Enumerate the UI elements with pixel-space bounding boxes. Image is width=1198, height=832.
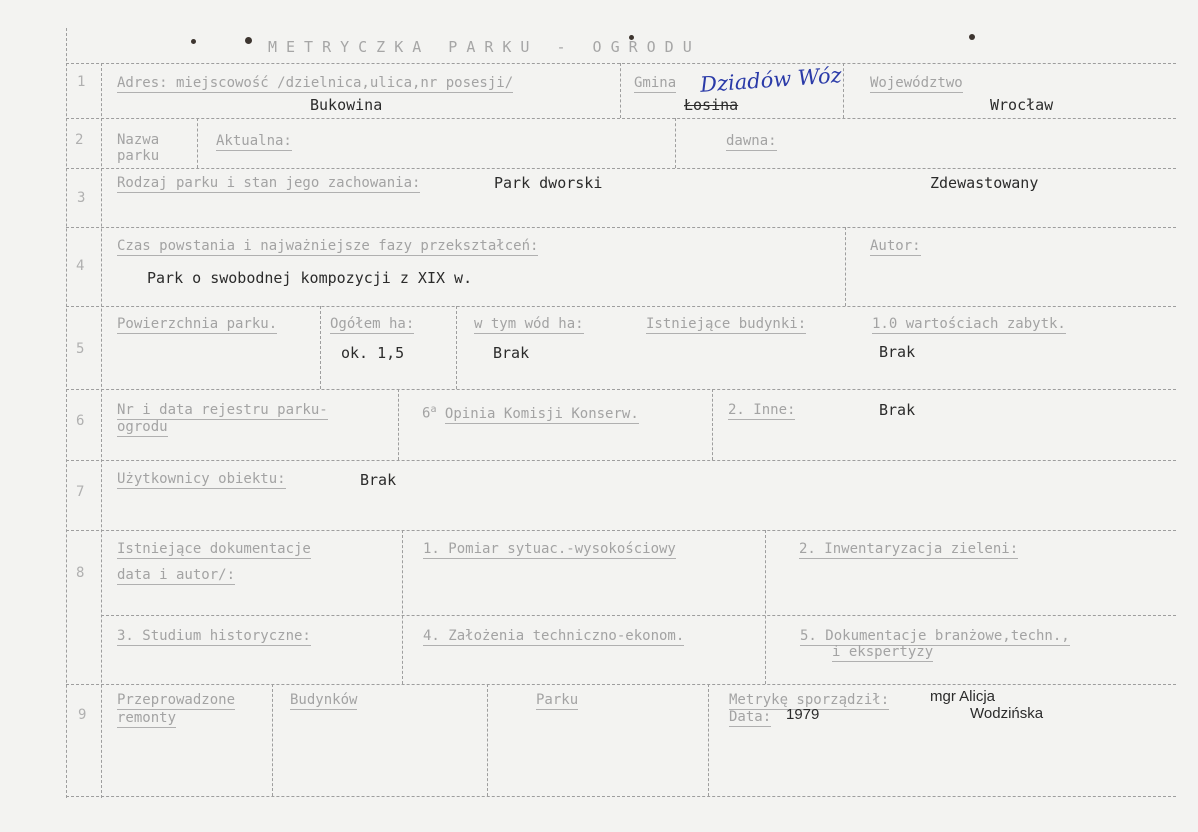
documentation-label-2: data i autor/:: [117, 567, 236, 585]
repairs-park-label: Parku: [536, 692, 579, 710]
park-type-label: Rodzaj parku i stan jego zachowania:: [117, 175, 421, 193]
former-name-label: dawna:: [726, 133, 777, 151]
water-area-value: Brak: [493, 344, 530, 362]
author-label: Autor:: [870, 238, 921, 256]
row-number: 4: [76, 258, 85, 274]
repairs-buildings-label: Budynków: [290, 692, 358, 710]
row-number: 9: [78, 707, 87, 723]
gmina-struck-value: Łosina: [684, 96, 739, 114]
address-value: Bukowina: [310, 96, 383, 114]
gmina-handwritten-value: Dziadów Wóz: [699, 63, 843, 97]
other-value: Brak: [879, 401, 916, 419]
monument-value: Brak: [879, 343, 916, 361]
register-label-2: ogrodu: [117, 419, 168, 437]
ink-spot: [629, 35, 634, 40]
doc-industry-label: 5. Dokumentacje branżowe,techn.,: [800, 628, 1070, 646]
documentation-label: Istniejące dokumentacje: [117, 541, 311, 559]
park-type-value: Park dworski: [494, 174, 603, 192]
date-label: Data:: [729, 709, 772, 727]
users-label: Użytkownicy obiektu:: [117, 471, 286, 489]
current-name-label: Aktualna:: [216, 133, 292, 151]
voivodeship-value: Wrocław: [990, 96, 1054, 114]
row-number: 3: [77, 190, 86, 206]
doc-industry-label-2: i ekspertyzy: [832, 644, 934, 662]
existing-buildings-label: Istniejące budynki:: [646, 316, 807, 334]
row-number: 7: [76, 484, 85, 500]
total-area-value: ok. 1,5: [341, 344, 405, 362]
row-number: 2: [75, 132, 84, 148]
ink-spot: [969, 34, 975, 40]
register-label: Nr i data rejestru parku-: [117, 402, 328, 420]
ink-spot: [245, 37, 252, 44]
park-state-value: Zdewastowany: [930, 174, 1039, 192]
park-record-card: METRYCZKA PARKU - OGRODU 1 2 3 4 5 6 7 8…: [0, 0, 1198, 832]
doc-history-label: 3. Studium historyczne:: [117, 628, 311, 646]
area-label: Powierzchnia parku.: [117, 316, 278, 334]
park-name-label: Nazwa parku: [117, 132, 160, 164]
repairs-label-2: remonty: [117, 710, 177, 728]
repairs-label: Przeprowadzone: [117, 692, 236, 710]
doc-survey-label: 1. Pomiar sytuac.-wysokościowy: [423, 541, 676, 559]
card-title: METRYCZKA PARKU - OGRODU: [268, 38, 701, 56]
row-number: 1: [77, 74, 86, 90]
doc-greenery-label: 2. Inwentaryzacja zieleni:: [799, 541, 1019, 559]
monument-value-label: 1.0 wartościach zabytk.: [872, 316, 1066, 334]
prepared-by-value: mgr Alicja: [930, 688, 996, 705]
history-value: Park o swobodnej kompozycji z XIX w.: [147, 269, 473, 287]
total-area-label: Ogółem ha:: [330, 316, 415, 334]
water-area-label: w tym wód ha:: [474, 316, 584, 334]
prepared-by-value-2: Wodzińska: [970, 705, 1044, 722]
row-number: 6: [76, 413, 85, 429]
conservation-opinion-label: 6a Opinia Komisji Konserw.: [422, 404, 639, 424]
row-number: 8: [76, 565, 85, 581]
voivodeship-label: Województwo: [870, 75, 963, 93]
gmina-label: Gmina: [634, 75, 677, 93]
row-number: 5: [76, 341, 85, 357]
doc-technical-label: 4. Założenia techniczno-ekonom.: [423, 628, 685, 646]
address-label: Adres: miejscowość /dzielnica,ulica,nr p…: [117, 75, 514, 93]
date-value: 1979: [786, 706, 820, 723]
history-label: Czas powstania i najważniejsze fazy prze…: [117, 238, 539, 256]
other-label: 2. Inne:: [728, 402, 796, 420]
users-value: Brak: [360, 471, 397, 489]
ink-spot: [191, 39, 196, 44]
